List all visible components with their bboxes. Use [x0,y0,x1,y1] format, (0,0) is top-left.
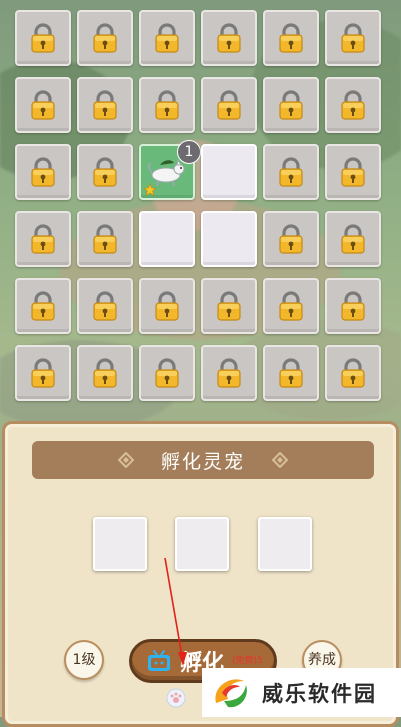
padlock-icon [341,224,365,254]
locked-slot[interactable] [15,144,71,200]
padlock-icon [279,90,303,120]
locked-slot[interactable] [325,345,381,401]
padlock-icon [279,23,303,53]
locked-slot[interactable] [139,345,195,401]
empty-slot[interactable] [139,211,195,267]
locked-slot[interactable] [263,345,319,401]
pet-slot-grid: 1 [15,10,381,401]
padlock-icon [341,291,365,321]
padlock-icon [93,23,117,53]
padlock-icon [279,157,303,187]
locked-slot[interactable] [77,345,133,401]
empty-slot[interactable] [201,211,257,267]
locked-slot[interactable] [77,144,133,200]
locked-slot[interactable] [325,10,381,66]
padlock-icon [155,90,179,120]
pet-level-badge: 1 [177,140,201,164]
locked-slot[interactable] [15,211,71,267]
empty-slot[interactable] [201,144,257,200]
locked-slot[interactable] [325,278,381,334]
padlock-icon [31,157,55,187]
egg-slot-2[interactable] [175,517,229,571]
locked-slot[interactable] [263,10,319,66]
star-icon [143,183,157,197]
padlock-icon [217,90,241,120]
padlock-icon [31,23,55,53]
padlock-icon [93,291,117,321]
locked-slot[interactable] [15,77,71,133]
locked-slot[interactable] [201,10,257,66]
padlock-icon [341,157,365,187]
padlock-icon [279,291,303,321]
locked-slot[interactable] [263,77,319,133]
egg-slot-1[interactable] [93,517,147,571]
padlock-icon [217,358,241,388]
padlock-icon [279,358,303,388]
diamond-ornament-icon [272,452,288,468]
locked-slot[interactable] [15,10,71,66]
padlock-icon [155,358,179,388]
watermark-text: 威乐软件园 [262,681,377,706]
padlock-icon [93,224,117,254]
watermark-logo-icon [215,678,247,707]
free-count-note: (免费)5 [232,656,263,666]
locked-slot[interactable] [201,345,257,401]
locked-slot[interactable] [77,211,133,267]
locked-slot[interactable] [15,278,71,334]
locked-slot[interactable] [77,77,133,133]
locked-slot[interactable] [77,10,133,66]
locked-slot[interactable] [325,211,381,267]
paw-coin-icon [166,688,186,708]
locked-slot[interactable] [263,278,319,334]
padlock-icon [341,23,365,53]
locked-slot[interactable] [325,77,381,133]
padlock-icon [93,157,117,187]
padlock-icon [155,291,179,321]
locked-slot[interactable] [139,77,195,133]
hatch-title-bar: 孵化灵宠 [32,441,374,479]
locked-slot[interactable] [263,144,319,200]
watermark-badge: 威乐软件园 [202,668,401,717]
locked-slot[interactable] [201,77,257,133]
padlock-icon [217,291,241,321]
panel-title: 孵化灵宠 [160,450,245,473]
padlock-icon [31,291,55,321]
egg-slot-3[interactable] [258,517,312,571]
padlock-icon [155,23,179,53]
locked-slot[interactable] [139,278,195,334]
padlock-icon [31,224,55,254]
tv-screen-icon [148,650,170,671]
padlock-icon [31,358,55,388]
locked-slot[interactable] [77,278,133,334]
locked-slot[interactable] [263,211,319,267]
diamond-ornament-icon [118,452,134,468]
level-button[interactable]: 1级 [64,640,104,680]
padlock-icon [341,358,365,388]
locked-slot[interactable] [15,345,71,401]
locked-slot[interactable] [201,278,257,334]
locked-slot[interactable] [325,144,381,200]
padlock-icon [279,224,303,254]
padlock-icon [341,90,365,120]
padlock-icon [93,90,117,120]
padlock-icon [217,23,241,53]
locked-slot[interactable] [139,10,195,66]
padlock-icon [31,90,55,120]
pet-slot[interactable]: 1 [139,140,201,200]
padlock-icon [93,358,117,388]
